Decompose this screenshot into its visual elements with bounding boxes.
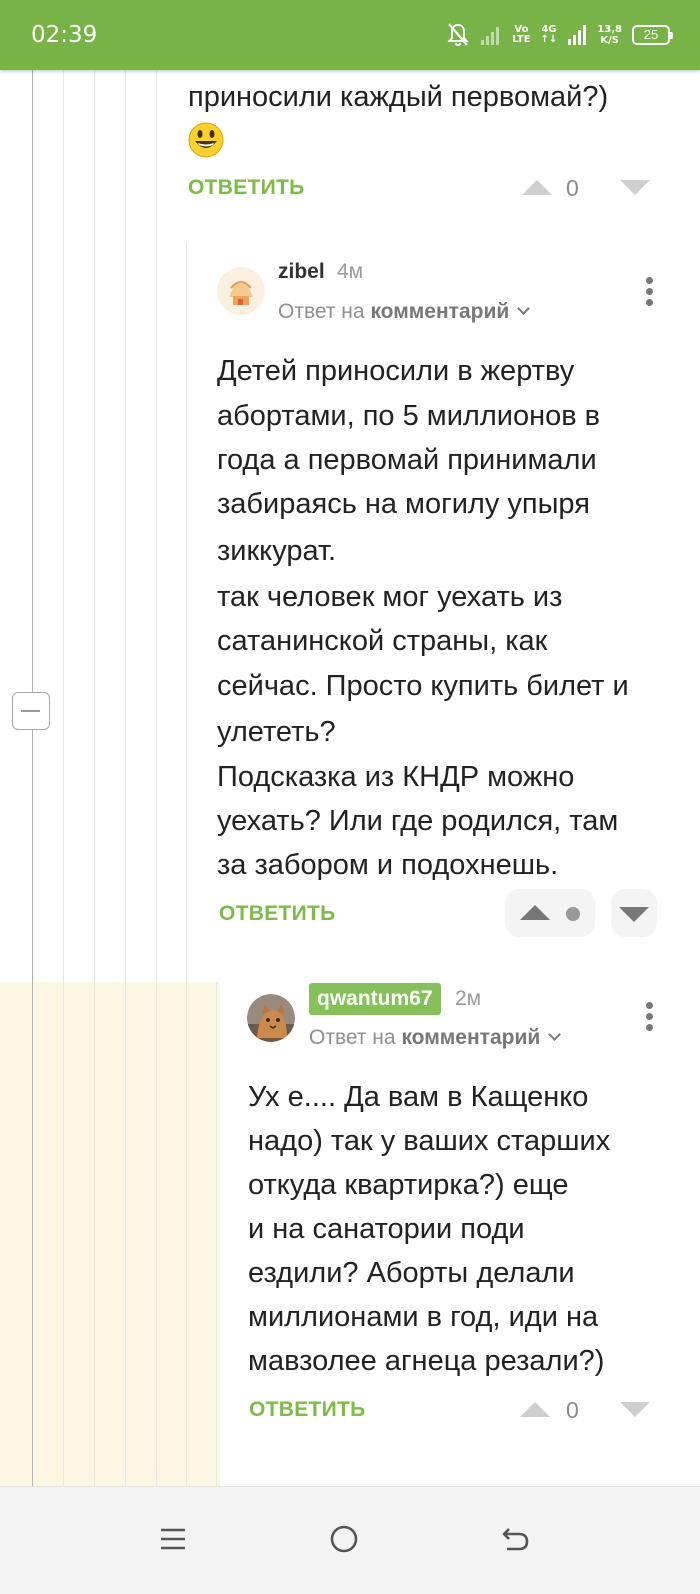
comment-time: 2м: [455, 987, 482, 1010]
vote-up-icon[interactable]: [522, 180, 552, 195]
network-speed-unit: K/S: [600, 35, 619, 46]
collapse-thread-button[interactable]: [12, 692, 50, 730]
more-options-icon[interactable]: [646, 277, 654, 307]
reply-to-target: комментарий: [370, 300, 510, 323]
system-nav-bar: [0, 1486, 700, 1594]
new-comment-highlight: [0, 982, 220, 1486]
reply-to-link[interactable]: Ответ на комментарий: [278, 300, 531, 324]
chevron-down-icon: [517, 302, 531, 315]
reply-button[interactable]: ОТВЕТИТЬ: [188, 176, 305, 200]
comment-text-line: за забором и подохнешь.: [217, 849, 559, 881]
chevron-down-icon: [548, 1028, 562, 1041]
comment-text-line: забираясь на могилу упыря: [217, 488, 590, 520]
vote-down-icon[interactable]: [620, 180, 650, 195]
mute-bell-icon: [447, 23, 469, 46]
menu-icon[interactable]: [143, 1509, 203, 1569]
volte-indicator: Vo LTE: [512, 25, 530, 45]
comment-text-line: ездили? Аборты делали: [248, 1257, 575, 1289]
back-icon[interactable]: [486, 1509, 546, 1569]
thread-line: [186, 242, 187, 1486]
vote-up-icon[interactable]: [520, 1402, 550, 1417]
battery-level: 25: [643, 27, 659, 42]
thread-line: [156, 70, 157, 1486]
battery-icon: 25: [632, 25, 673, 45]
reply-to-prefix: Ответ на: [309, 1026, 396, 1049]
comment-text-line: мавзолее агнеца резали?): [248, 1345, 605, 1377]
thread-line: [32, 70, 33, 1486]
thread-line: [63, 70, 64, 1486]
comment-text-line: и на санатории поди: [248, 1213, 525, 1245]
more-options-icon[interactable]: [646, 1002, 654, 1032]
comment-text-line: надо) так у ваших старших: [248, 1125, 611, 1157]
vote-block: [505, 889, 595, 937]
comment-author[interactable]: qwantum67: [309, 983, 441, 1015]
signal-strong-icon: [568, 25, 587, 45]
comment-author[interactable]: zibel: [278, 260, 325, 284]
home-icon[interactable]: [314, 1509, 374, 1569]
comment-text-line: Детей приносили в жертву: [217, 355, 575, 387]
comment-text-line: сатанинской страны, как: [217, 625, 548, 657]
avatar[interactable]: [217, 267, 265, 315]
comment-text-line: откуда квартирка?) еще: [248, 1169, 569, 1201]
hidden-rating-icon: [566, 907, 580, 921]
status-time: 02:39: [31, 22, 98, 48]
thread-line: [125, 70, 126, 1486]
comment-text-line: абортами, по 5 миллионов в: [217, 400, 601, 432]
vote-count: 0: [566, 175, 579, 201]
status-icons: Vo LTE 4G ↑↓ 13,8 K/S 25: [446, 18, 673, 52]
comment-text-line: уехать? Или где родился, там: [217, 805, 619, 837]
vote-down-icon[interactable]: [620, 1402, 650, 1417]
vote-count: 0: [566, 1397, 579, 1423]
vote-down-icon[interactable]: [619, 907, 649, 922]
lte-label-bottom: ↑↓: [540, 34, 558, 45]
vote-up-icon[interactable]: [520, 905, 550, 920]
signal-weak-icon: [481, 27, 500, 45]
reply-to-link[interactable]: Ответ на комментарий: [309, 1026, 562, 1050]
comment-text-line: миллионами в год, иди на: [248, 1301, 599, 1333]
reply-to-prefix: Ответ на: [278, 300, 365, 323]
smiley-emoji-icon: [188, 122, 224, 158]
network-speed: 13,8 K/S: [597, 24, 622, 46]
comment-text-line: Ух е.... Да вам в Кащенко: [248, 1081, 589, 1113]
comment-text-line: зиккурат.: [217, 535, 337, 567]
comment-time: 4м: [337, 260, 364, 283]
thread-line: [94, 70, 95, 1486]
lte-indicator: 4G ↑↓: [541, 25, 558, 45]
volte-label-bottom: LTE: [512, 34, 531, 45]
status-bar: 02:39 Vo LTE 4G ↑↓ 13,8 K/S 25: [0, 0, 700, 70]
comment-text-line: приносили каждый первомай?): [188, 81, 609, 113]
comment-text-line: года а первомай принимали: [217, 444, 597, 476]
network-speed-value: 13,8: [597, 24, 622, 35]
comment-text-line: так человек мог уехать из: [217, 581, 563, 613]
comment-text-line: Подсказка из КНДР можно: [217, 761, 575, 793]
comment-text-line: сейчас. Просто купить билет и: [217, 670, 629, 702]
comments-feed[interactable]: приносили каждый первомай?) ОТВЕТИТЬ 0 z…: [0, 70, 700, 1486]
reply-button[interactable]: ОТВЕТИТЬ: [219, 902, 336, 926]
thread-line: [216, 982, 217, 1486]
reply-to-target: комментарий: [401, 1026, 541, 1049]
reply-button[interactable]: ОТВЕТИТЬ: [249, 1398, 366, 1422]
comment-text-line: улететь?: [217, 716, 336, 748]
avatar[interactable]: [247, 994, 295, 1042]
